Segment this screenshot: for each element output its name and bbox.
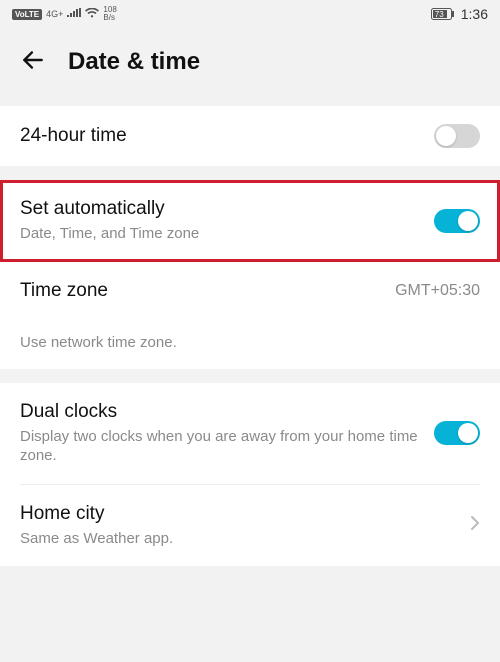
- row-dual-clocks-subtitle: Display two clocks when you are away fro…: [20, 427, 434, 466]
- network-speed: 108 B/s: [103, 6, 116, 22]
- row-timezone-value: GMT+05:30: [395, 282, 480, 300]
- row-home-city-subtitle: Same as Weather app.: [20, 529, 462, 549]
- row-set-auto-title: Set automatically: [20, 198, 434, 220]
- toggle-24hour[interactable]: [434, 124, 480, 148]
- row-set-automatically[interactable]: Set automatically Date, Time, and Time z…: [0, 180, 500, 262]
- volte-badge: VoLTE: [12, 9, 42, 20]
- wifi-icon: [85, 8, 99, 21]
- row-set-auto-subtitle: Date, Time, and Time zone: [20, 224, 434, 244]
- row-24hour[interactable]: 24-hour time: [0, 106, 500, 166]
- header: Date & time: [0, 28, 500, 96]
- back-icon[interactable]: [20, 47, 46, 78]
- timezone-note: Use network time zone.: [0, 320, 500, 369]
- row-timezone-title: Time zone: [20, 280, 385, 302]
- chevron-right-icon: [470, 515, 480, 536]
- row-timezone[interactable]: Time zone GMT+05:30: [0, 262, 500, 320]
- row-home-city[interactable]: Home city Same as Weather app.: [0, 485, 500, 567]
- status-time: 1:36: [461, 6, 488, 22]
- status-bar: VoLTE 4G+ 108 B/s 73 1:36: [0, 0, 500, 28]
- battery-icon: 73: [431, 8, 455, 20]
- row-dual-clocks[interactable]: Dual clocks Display two clocks when you …: [0, 383, 500, 484]
- network-type: 4G+: [46, 9, 63, 19]
- page-title: Date & time: [68, 48, 200, 76]
- toggle-set-automatically[interactable]: [434, 209, 480, 233]
- row-home-city-title: Home city: [20, 503, 462, 525]
- row-dual-clocks-title: Dual clocks: [20, 401, 434, 423]
- row-24hour-title: 24-hour time: [20, 125, 434, 147]
- toggle-dual-clocks[interactable]: [434, 421, 480, 445]
- signal-icon: [67, 8, 81, 21]
